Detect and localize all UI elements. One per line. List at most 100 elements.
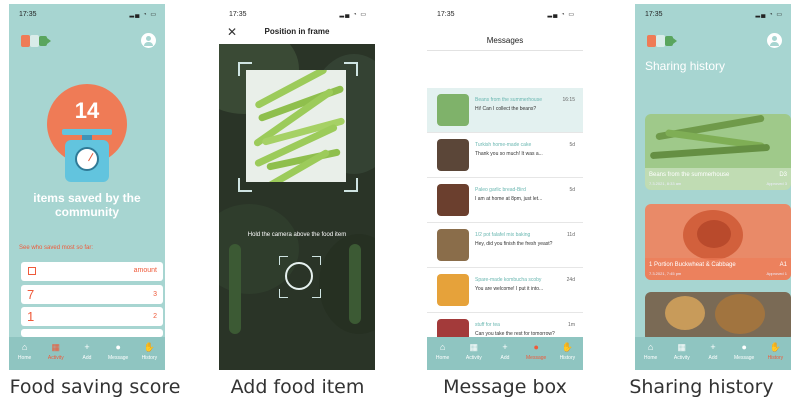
history-card-title: 1 Portion Buckwheat & Cabbage xyxy=(649,262,736,268)
chat-icon: ● xyxy=(533,342,539,352)
saved-description: items saved by the community xyxy=(33,191,141,219)
history-title: Sharing history xyxy=(645,59,726,73)
nav-message[interactable]: ● Message xyxy=(730,342,758,361)
message-box-screen: 17:35 ▂▄ ◔ ▭ Messages Beans from the sum… xyxy=(427,4,583,370)
nav-add[interactable]: + Add xyxy=(491,342,519,361)
camera-hint: Hold the camera above the food item xyxy=(247,232,347,238)
message-item[interactable]: Paleo garlic bread-Bird I am at home at … xyxy=(427,178,583,223)
nav-add[interactable]: + Add xyxy=(73,342,101,361)
nav-activity[interactable]: ▦ Activity xyxy=(460,342,488,361)
history-card-date: 7.3.2021, 7:45 pm xyxy=(649,271,682,276)
captured-food-photo xyxy=(246,70,346,182)
nav-activity[interactable]: ▦ Activity xyxy=(668,342,696,361)
message-item[interactable]: Turkish home-made cake Thank you so much… xyxy=(427,133,583,178)
leaderboard-row[interactable]: 1 2 xyxy=(21,307,163,326)
history-card[interactable]: Beans from the summerhouse D3 7.3.2021, … xyxy=(645,114,791,190)
message-time: 5d xyxy=(569,142,575,148)
add-food-item-screen: 17:35 ▂▄ ◔ ▭ ✕ Position in frame Hold th… xyxy=(219,4,375,370)
message-time: 16:15 xyxy=(562,97,575,103)
message-time: 1m xyxy=(568,322,575,328)
nav-message[interactable]: ● Message xyxy=(104,342,132,361)
message-thumbnail xyxy=(437,139,469,171)
message-thumbnail xyxy=(437,274,469,306)
history-card-status: Approved 3 xyxy=(766,181,787,186)
status-time: 17:35 xyxy=(19,10,37,18)
saved-count: 14 xyxy=(74,98,100,123)
history-card-title: Beans from the summerhouse xyxy=(649,172,730,178)
message-preview: I am at home at 8pm, just let... xyxy=(475,196,543,202)
message-item[interactable]: Spare-made kombucha scoby You are welcom… xyxy=(427,268,583,313)
leaderboard-icon xyxy=(28,267,36,275)
status-bar: 17:35 ▂▄ ◔ ▭ xyxy=(645,9,783,19)
message-sender: Spare-made kombucha scoby xyxy=(475,277,542,283)
scale-icon xyxy=(65,140,109,182)
caption-camera: Add food item xyxy=(230,376,365,398)
status-time: 17:35 xyxy=(229,10,247,18)
status-icons: ▂▄ ◔ ▭ xyxy=(755,11,783,18)
rank: 1 xyxy=(27,309,35,324)
plus-icon: + xyxy=(710,342,716,352)
status-bar: 17:35 ▂▄ ◔ ▭ xyxy=(19,9,157,19)
shutter-corner xyxy=(312,289,321,298)
leaderboard-header: amount xyxy=(21,262,163,281)
message-time: 24d xyxy=(566,277,575,283)
see-who-link[interactable]: See who saved most so far: xyxy=(19,245,93,251)
history-card-code: A1 xyxy=(779,262,787,268)
status-time: 17:35 xyxy=(645,10,663,18)
chart-icon: ▦ xyxy=(469,342,479,352)
messages-title: Messages xyxy=(486,36,524,45)
nav-add[interactable]: + Add xyxy=(699,342,727,361)
hand-icon: ✋ xyxy=(561,342,573,352)
scale-dial xyxy=(75,147,99,171)
camera-header: ✕ Position in frame xyxy=(219,22,375,44)
shutter-corner xyxy=(279,256,288,265)
leaderboard-row xyxy=(21,329,163,337)
nav-history[interactable]: ✋ History xyxy=(135,342,163,361)
nav-message[interactable]: ● Message xyxy=(522,342,550,361)
message-item[interactable]: Beans from the summerhouse Hi! Can I col… xyxy=(427,88,583,133)
frame-corner xyxy=(344,62,358,76)
nav-history[interactable]: ✋ History xyxy=(761,342,789,361)
message-preview: Hi! Can I collect the beans? xyxy=(475,106,537,112)
profile-avatar-icon[interactable] xyxy=(141,33,156,48)
home-icon: ⌂ xyxy=(21,342,28,352)
profile-avatar-icon[interactable] xyxy=(767,33,782,48)
caption-messages: Message box xyxy=(443,376,567,398)
status-bar: 17:35 ▂▄ ◔ ▭ xyxy=(229,9,367,19)
hand-icon: ✋ xyxy=(769,342,781,352)
frame-corner xyxy=(238,62,252,76)
shutter-button[interactable] xyxy=(285,262,313,290)
message-item[interactable]: 1/2 pot falafel mix baking Hey, did you … xyxy=(427,223,583,268)
history-card[interactable] xyxy=(645,292,791,342)
hand-icon: ✋ xyxy=(143,342,155,352)
history-card-code: D3 xyxy=(779,172,787,178)
chat-icon: ● xyxy=(741,342,747,352)
nav-activity[interactable]: ▦ Activity xyxy=(42,342,70,361)
nav-home[interactable]: ⌂ Home xyxy=(637,342,665,361)
divider xyxy=(427,50,583,51)
message-preview: Thank you so much! It was a... xyxy=(475,151,543,157)
nav-home[interactable]: ⌂ Home xyxy=(429,342,457,361)
bottom-nav: ⌂ Home ▦ Activity + Add ● Message ✋ History xyxy=(427,337,583,370)
status-icons: ▂▄ ◔ ▭ xyxy=(129,11,157,18)
chart-icon: ▦ xyxy=(51,342,61,352)
shutter-corner xyxy=(312,256,321,265)
history-card-date: 7.3.2021, 8:33 am xyxy=(649,181,682,186)
caption-history: Sharing history xyxy=(629,376,774,398)
status-icons: ▂▄ ◔ ▭ xyxy=(339,11,367,18)
amount-value: 2 xyxy=(153,313,157,320)
sharing-history-screen: 17:35 ▂▄ ◔ ▭ Sharing history Beans from … xyxy=(635,4,791,370)
home-icon: ⌂ xyxy=(647,342,654,352)
message-sender: Beans from the summerhouse xyxy=(475,97,542,103)
history-card-status: Approved 1 xyxy=(766,271,787,276)
plus-icon: + xyxy=(84,342,90,352)
amount-label: amount xyxy=(133,267,157,274)
message-sender: Paleo garlic bread-Bird xyxy=(475,187,526,193)
nav-history[interactable]: ✋ History xyxy=(553,342,581,361)
amount-value: 3 xyxy=(153,291,157,298)
home-icon: ⌂ xyxy=(439,342,446,352)
nav-home[interactable]: ⌂ Home xyxy=(11,342,39,361)
bottom-nav: ⌂ Home ▦ Activity + Add ● Message ✋ History xyxy=(9,337,165,370)
history-card[interactable]: 1 Portion Buckwheat & Cabbage A1 7.3.202… xyxy=(645,204,791,280)
leaderboard-row[interactable]: 7 3 xyxy=(21,285,163,304)
